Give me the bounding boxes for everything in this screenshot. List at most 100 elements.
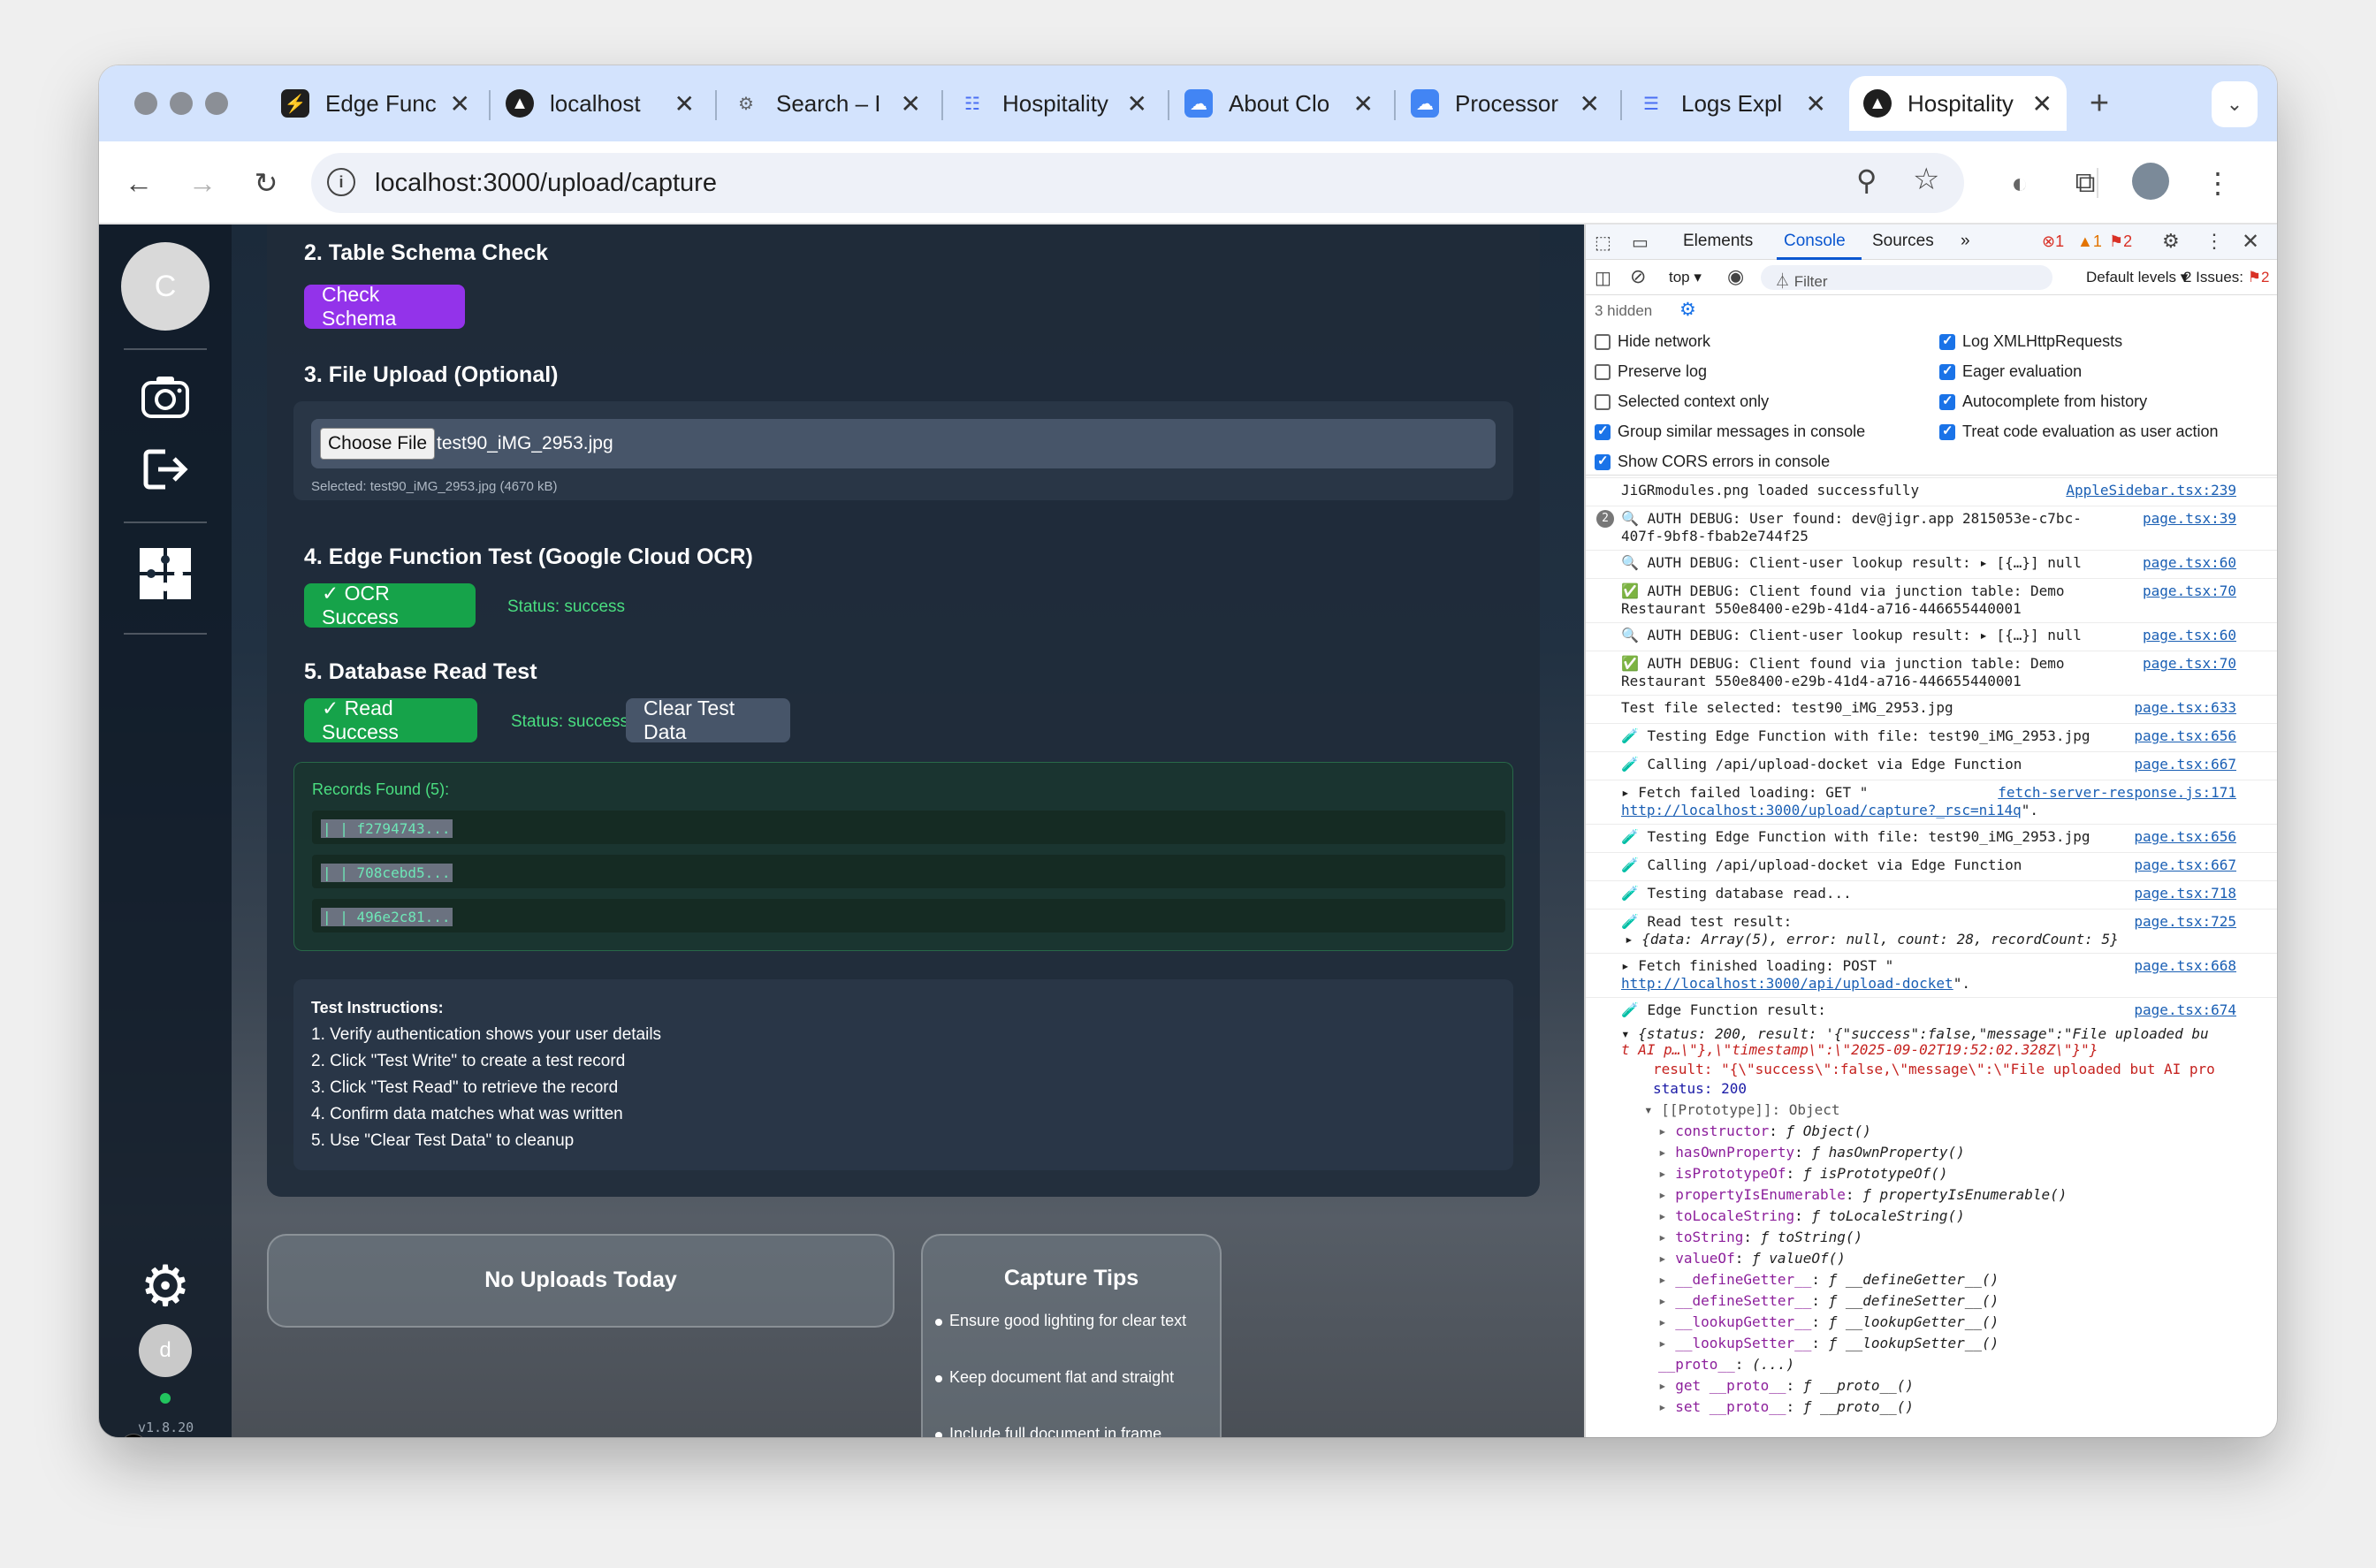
clear-test-data-button[interactable]: Clear Test Data — [626, 696, 790, 743]
object-tree-line[interactable]: t AI p…\"},\"timestamp\":\"2025-09-02T19… — [1621, 1041, 2098, 1058]
address-bar[interactable]: i localhost:3000/upload/capture ⚲ ☆ — [311, 153, 1964, 213]
minimize-window-button[interactable] — [170, 92, 193, 115]
console-filter-input[interactable]: ⏃ Filter — [1761, 265, 2052, 290]
check-schema-button[interactable]: Check Schema — [304, 283, 465, 330]
close-window-button[interactable] — [134, 92, 157, 115]
request-url-link[interactable]: http://localhost:3000/upload/capture?_rs… — [1621, 802, 2022, 818]
maximize-window-button[interactable] — [205, 92, 228, 115]
live-expression-eye-icon[interactable]: ◉ — [1727, 265, 1744, 288]
more-tabs-icon[interactable]: » — [1961, 232, 1970, 251]
forward-arrow-icon[interactable]: → — [182, 163, 223, 203]
source-link[interactable]: page.tsx:70 — [2143, 582, 2236, 599]
checkbox[interactable] — [1939, 422, 1955, 440]
file-input[interactable]: Choose File test90_iMG_2953.jpg — [311, 419, 1496, 468]
prototype-property[interactable]: ▸ propertyIsEnumerable: ƒ propertyIsEnum… — [1658, 1186, 2067, 1203]
source-link[interactable]: page.tsx:667 — [2134, 856, 2236, 873]
log-levels-dropdown[interactable]: Default levels ▾ — [2086, 269, 2188, 286]
expand-arrow-icon[interactable]: ▸ — [1658, 1229, 1675, 1245]
tab-8[interactable]: ▲ Hospitality ✕ — [1849, 76, 2067, 131]
request-url-link[interactable]: http://localhost:3000/api/upload-docket — [1621, 975, 1953, 992]
source-link[interactable]: page.tsx:725 — [2134, 913, 2236, 930]
close-tab-icon[interactable]: ✕ — [1353, 89, 1374, 118]
object-tree-line[interactable]: ▾ [[Prototype]]: Object — [1644, 1101, 1840, 1118]
expand-arrow-icon[interactable]: ▸ — [1658, 1377, 1675, 1394]
checkbox[interactable] — [1939, 392, 1955, 410]
close-tab-icon[interactable]: ✕ — [450, 89, 470, 118]
site-info-icon[interactable]: i — [327, 168, 355, 196]
source-link[interactable]: page.tsx:718 — [2134, 885, 2236, 902]
user-avatar[interactable]: d — [139, 1324, 192, 1377]
source-link[interactable]: fetch-server-response.js:171 — [1998, 784, 2236, 801]
extension-icon[interactable]: ◐ — [1999, 163, 2040, 203]
logout-icon[interactable] — [134, 438, 196, 500]
puzzle-extensions-icon[interactable]: ⧉ — [2065, 163, 2106, 203]
expand-arrow-icon[interactable]: ▸ — [1658, 1165, 1675, 1182]
tab-4[interactable]: ☷ Hospitality ✕ — [944, 76, 1161, 131]
devtools-menu-icon[interactable]: ⋮ — [2205, 230, 2224, 253]
expand-arrow-icon[interactable]: ▸ — [1658, 1186, 1675, 1203]
prototype-property[interactable]: ▸ valueOf: ƒ valueOf() — [1658, 1250, 1846, 1267]
expand-arrow-icon[interactable]: ▸ — [1658, 1250, 1675, 1267]
expand-arrow-icon[interactable]: ▸ — [1658, 1398, 1675, 1415]
tab-sources[interactable]: Sources — [1872, 232, 1934, 251]
menu-kebab-icon[interactable]: ⋮ — [2197, 163, 2238, 203]
expand-arrow-icon[interactable]: ▸ — [1658, 1313, 1675, 1330]
prototype-property[interactable]: ▸ isPrototypeOf: ƒ isPrototypeOf() — [1658, 1165, 1948, 1182]
object-tree-line[interactable]: status: 200 — [1653, 1080, 1747, 1097]
close-devtools-icon[interactable]: ✕ — [2242, 229, 2259, 255]
back-arrow-icon[interactable]: ← — [118, 163, 159, 203]
client-avatar[interactable]: C — [121, 242, 209, 331]
sidebar-toggle-icon[interactable]: ◫ — [1595, 267, 1611, 289]
tab-6[interactable]: ☁ Processor ✕ — [1397, 76, 1614, 131]
close-tab-icon[interactable]: ✕ — [1806, 89, 1826, 118]
source-link[interactable]: AppleSidebar.tsx:239 — [2066, 482, 2236, 499]
source-link[interactable]: page.tsx:668 — [2134, 957, 2236, 974]
checkbox[interactable] — [1595, 394, 1611, 410]
tab-2[interactable]: ▲ localhost ✕ — [491, 76, 709, 131]
source-link[interactable]: page.tsx:60 — [2143, 627, 2236, 643]
reload-icon[interactable]: ↻ — [246, 163, 286, 203]
tab-console[interactable]: Console — [1784, 232, 1846, 251]
context-selector[interactable]: top ▾ — [1669, 269, 1702, 286]
expand-arrow-icon[interactable]: ▸ — [1658, 1292, 1675, 1309]
tab-7[interactable]: ☰ Logs Expl ✕ — [1623, 76, 1840, 131]
prototype-property[interactable]: ▸ constructor: ƒ Object() — [1658, 1123, 1871, 1139]
expand-arrow-icon[interactable]: ▸ — [1658, 1335, 1675, 1351]
tab-search-chevron-icon[interactable]: ⌄ — [2212, 81, 2258, 127]
checkbox[interactable] — [1939, 332, 1955, 350]
tab-elements[interactable]: Elements — [1683, 232, 1753, 251]
object-tree-line[interactable]: ▾ {status: 200, result: '{"success":fals… — [1621, 1025, 2209, 1042]
warning-count[interactable]: ▲1 — [2077, 232, 2102, 251]
bookmark-star-icon[interactable]: ☆ — [1913, 162, 1939, 197]
issues-badge[interactable]: ⚑2 — [2109, 232, 2132, 251]
source-link[interactable]: page.tsx:674 — [2134, 1001, 2236, 1018]
settings-gear-icon[interactable]: ⚙ — [134, 1254, 196, 1318]
source-link[interactable]: page.tsx:656 — [2134, 727, 2236, 744]
issues-counter[interactable]: 2 Issues: ⚑2 — [2183, 269, 2270, 286]
prototype-property[interactable]: ▸ toString: ƒ toString() — [1658, 1229, 1862, 1245]
new-tab-icon[interactable]: + — [2079, 83, 2120, 124]
source-link[interactable]: page.tsx:633 — [2134, 699, 2236, 716]
prototype-property[interactable]: ▸ __lookupSetter__: ƒ __lookupSetter__() — [1658, 1335, 1999, 1351]
source-link[interactable]: page.tsx:39 — [2143, 510, 2236, 527]
tab-1[interactable]: ⚡ Edge Func ✕ — [267, 76, 484, 131]
source-link[interactable]: page.tsx:656 — [2134, 828, 2236, 845]
checkbox[interactable] — [1595, 334, 1611, 350]
inspect-element-icon[interactable]: ⬚ — [1595, 232, 1611, 254]
prototype-property[interactable]: ▸ get __proto__: ƒ __proto__() — [1658, 1377, 1914, 1394]
prototype-property[interactable]: ▸ __defineGetter__: ƒ __defineGetter__() — [1658, 1271, 1999, 1288]
zoom-icon[interactable]: ⚲ — [1856, 164, 1877, 197]
prototype-property[interactable]: ▸ toLocaleString: ƒ toLocaleString() — [1658, 1207, 1965, 1224]
expand-arrow-icon[interactable]: ▸ — [1658, 1123, 1675, 1139]
checkbox[interactable] — [1595, 364, 1611, 380]
tab-3[interactable]: ⚙ Search – I ✕ — [718, 76, 935, 131]
expand-arrow-icon[interactable]: ▸ — [1658, 1207, 1675, 1224]
camera-icon[interactable] — [134, 366, 196, 428]
prototype-property[interactable]: ▸ hasOwnProperty: ƒ hasOwnProperty() — [1658, 1144, 1965, 1161]
ocr-success-button[interactable]: ✓ OCR Success — [304, 582, 476, 628]
close-tab-icon[interactable]: ✕ — [1127, 89, 1147, 118]
source-link[interactable]: page.tsx:70 — [2143, 655, 2236, 672]
prototype-property[interactable]: ▸ __lookupGetter__: ƒ __lookupGetter__() — [1658, 1313, 1999, 1330]
device-toolbar-icon[interactable]: ▭ — [1632, 232, 1649, 254]
prototype-property[interactable]: ▸ set __proto__: ƒ __proto__() — [1658, 1398, 1914, 1415]
